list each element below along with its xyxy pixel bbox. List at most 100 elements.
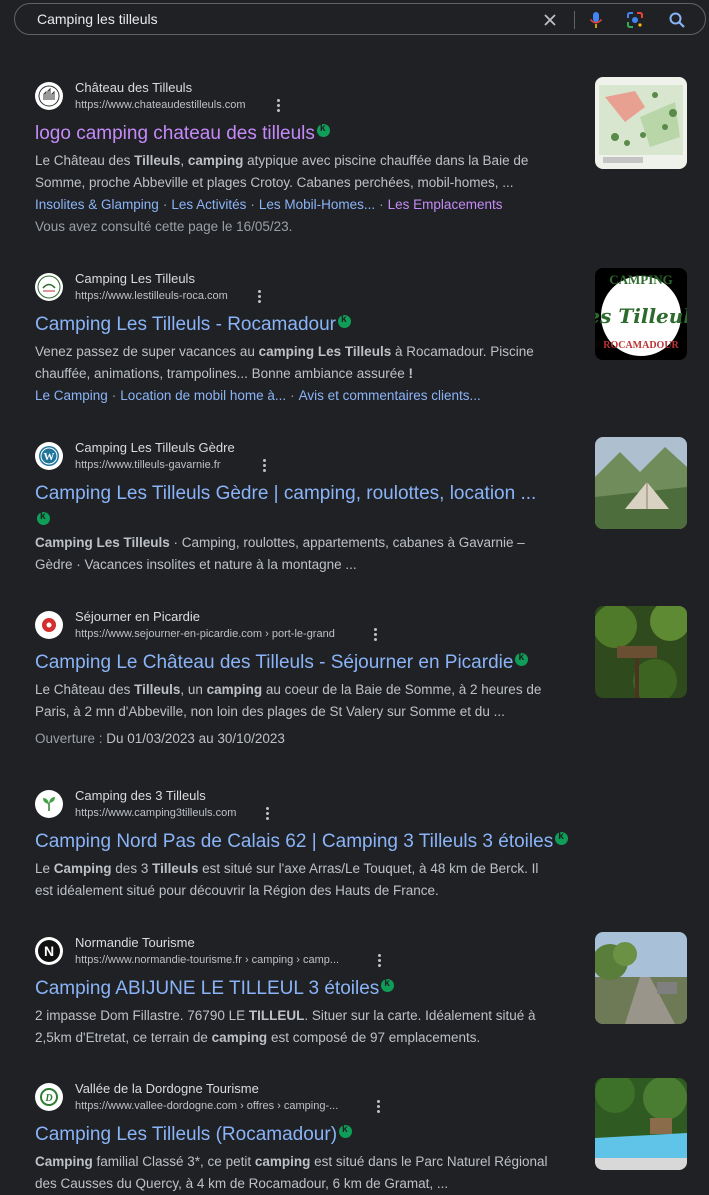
svg-text:D: D: [44, 1093, 52, 1104]
road-thumbnail-image: [595, 932, 687, 1024]
more-options-icon[interactable]: [375, 1099, 381, 1113]
sitelinks: Insolites & Glamping · Les Activités · Les M…: [35, 197, 503, 212]
snippet-text: camping: [187, 153, 244, 168]
visited-note: Vous avez consulté cette page le 16/05/2…: [35, 219, 293, 234]
result-title-link[interactable]: logo camping chateau des tilleuls: [35, 123, 330, 145]
snippet-text: Camping Les Tilleuls: [35, 535, 170, 550]
site-favicon: N: [35, 937, 63, 965]
extension-badge-icon: [515, 652, 529, 666]
result-title-link[interactable]: Camping Les Tilleuls - Rocamadour: [35, 314, 351, 336]
search-divider: [574, 11, 575, 29]
site-url[interactable]: https://www.normandie-tourisme.fr › camp…: [75, 954, 339, 966]
picardie-logo-icon: [39, 615, 59, 635]
svg-text:N: N: [44, 943, 54, 959]
site-url[interactable]: https://www.vallee-dordogne.com › offres…: [75, 1100, 338, 1112]
site-favicon: [35, 273, 63, 301]
site-favicon: [35, 790, 63, 818]
site-name[interactable]: Vallée de la Dordogne Tourisme: [75, 1081, 259, 1096]
more-options-icon[interactable]: [376, 953, 382, 967]
svg-text:W: W: [44, 451, 55, 463]
result-thumbnail[interactable]: [595, 932, 687, 1024]
site-favicon: D: [35, 1083, 63, 1111]
more-options-icon[interactable]: [275, 98, 281, 112]
result-title-link[interactable]: Camping Les Tilleuls Gèdre | camping, ro…: [35, 483, 536, 505]
site-favicon: W: [35, 442, 63, 470]
result-title-link[interactable]: Camping Nord Pas de Calais 62 | Camping …: [35, 831, 569, 853]
snippet-text: des 3: [111, 861, 153, 876]
more-options-icon[interactable]: [256, 289, 262, 303]
snippet-text: camping: [254, 1154, 311, 1169]
snippet-text: Le: [35, 861, 54, 876]
google-lens-icon[interactable]: [625, 10, 645, 30]
sitelink[interactable]: Les Activités: [171, 197, 246, 212]
sitelink[interactable]: Location de mobil home à...: [120, 388, 286, 403]
snippet-text: ,: [180, 153, 188, 168]
result-thumbnail[interactable]: [595, 77, 687, 169]
site-url[interactable]: https://www.tilleuls-gavarnie.fr: [75, 459, 221, 471]
sitelink[interactable]: Insolites & Glamping: [35, 197, 159, 212]
search-bar[interactable]: Camping les tilleuls: [14, 3, 706, 35]
site-url[interactable]: https://www.chateaudestilleuls.com: [75, 99, 246, 111]
site-name[interactable]: Camping des 3 Tilleuls: [75, 788, 206, 803]
site-name[interactable]: Camping Les Tilleuls Gèdre: [75, 440, 235, 455]
more-options-icon[interactable]: [372, 627, 378, 641]
site-url[interactable]: https://www.camping3tilleuls.com: [75, 807, 236, 819]
snippet-text: Le Château des: [35, 682, 135, 697]
clear-icon[interactable]: [540, 10, 560, 30]
snippet-text: 2 impasse Dom Fillastre. 76790 LE: [35, 1008, 249, 1023]
thumb-caption: ROCAMADOUR: [603, 340, 679, 351]
snippet-text: Venez passez de super vacances au: [35, 344, 259, 359]
snippet-text: est composé de 97 emplacements.: [267, 1030, 481, 1045]
microphone-icon[interactable]: [586, 10, 606, 30]
site-name[interactable]: Normandie Tourisme: [75, 935, 195, 950]
snippet-text: !: [408, 366, 413, 381]
result-snippet: Le Château des Tilleuls, un camping au c…: [35, 679, 560, 723]
sprout-icon: [39, 794, 59, 814]
thumb-caption: CAMPING: [609, 272, 673, 287]
site-url[interactable]: https://www.sejourner-en-picardie.com › …: [75, 628, 335, 640]
search-input[interactable]: Camping les tilleuls: [37, 11, 158, 27]
result-title-link[interactable]: Camping Le Château des Tilleuls - Séjour…: [35, 652, 529, 674]
snippet-text: , un: [180, 682, 207, 697]
sitelink[interactable]: Les Mobil-Homes...: [259, 197, 375, 212]
site-name[interactable]: Château des Tilleuls: [75, 80, 192, 95]
result-snippet: Le Camping des 3 Tilleuls est situé sur …: [35, 858, 560, 902]
result-snippet: 2 impasse Dom Fillastre. 76790 LE TILLEU…: [35, 1005, 560, 1049]
snippet-text: camping: [206, 682, 263, 697]
dordogne-logo-icon: D: [39, 1087, 59, 1107]
chateau-logo-icon: [38, 85, 60, 107]
site-name[interactable]: Séjourner en Picardie: [75, 609, 200, 624]
pool-thumbnail-image: [595, 1078, 687, 1170]
thumb-caption: les Tilleuls: [595, 304, 687, 328]
site-name[interactable]: Camping Les Tilleuls: [75, 271, 195, 286]
sitelinks: Le Camping · Location de mobil home à... · A…: [35, 388, 481, 403]
site-favicon: [35, 82, 63, 110]
sitelink[interactable]: Les Emplacements: [388, 197, 503, 212]
normandie-logo-icon: N: [36, 938, 62, 964]
result-thumbnail[interactable]: [595, 437, 687, 529]
map-thumbnail-image: [595, 77, 687, 169]
snippet-text: Le Château des: [35, 153, 135, 168]
snippet-text: camping: [211, 1030, 268, 1045]
snippet-text: Camping: [35, 1154, 93, 1169]
result-title-link[interactable]: Camping Les Tilleuls (Rocamadour): [35, 1124, 353, 1146]
more-options-icon[interactable]: [264, 806, 270, 820]
snippet-text: familial Classé 3*, ce petit: [92, 1154, 255, 1169]
site-url[interactable]: https://www.lestilleuls-roca.com: [75, 290, 228, 302]
result-snippet: Le Château des Tilleuls, camping atypiqu…: [35, 150, 560, 194]
extension-badge-icon: [555, 831, 569, 845]
result-thumbnail[interactable]: [595, 606, 687, 698]
extension-badge-icon: [316, 123, 330, 137]
extension-badge-icon: [37, 511, 50, 525]
search-icon[interactable]: [667, 10, 687, 30]
result-thumbnail[interactable]: [595, 1078, 687, 1170]
wordpress-icon: W: [39, 446, 59, 466]
snippet-text: Tilleuls: [134, 682, 181, 697]
more-options-icon[interactable]: [261, 458, 267, 472]
sitelink[interactable]: Le Camping: [35, 388, 108, 403]
result-title-link[interactable]: Camping ABIJUNE LE TILLEUL 3 étoiles: [35, 978, 395, 1000]
sitelink[interactable]: Avis et commentaires clients...: [299, 388, 481, 403]
tent-thumbnail-image: [595, 437, 687, 529]
snippet-text: Camping: [53, 861, 112, 876]
result-thumbnail[interactable]: CAMPING les Tilleuls ROCAMADOUR: [595, 268, 687, 360]
